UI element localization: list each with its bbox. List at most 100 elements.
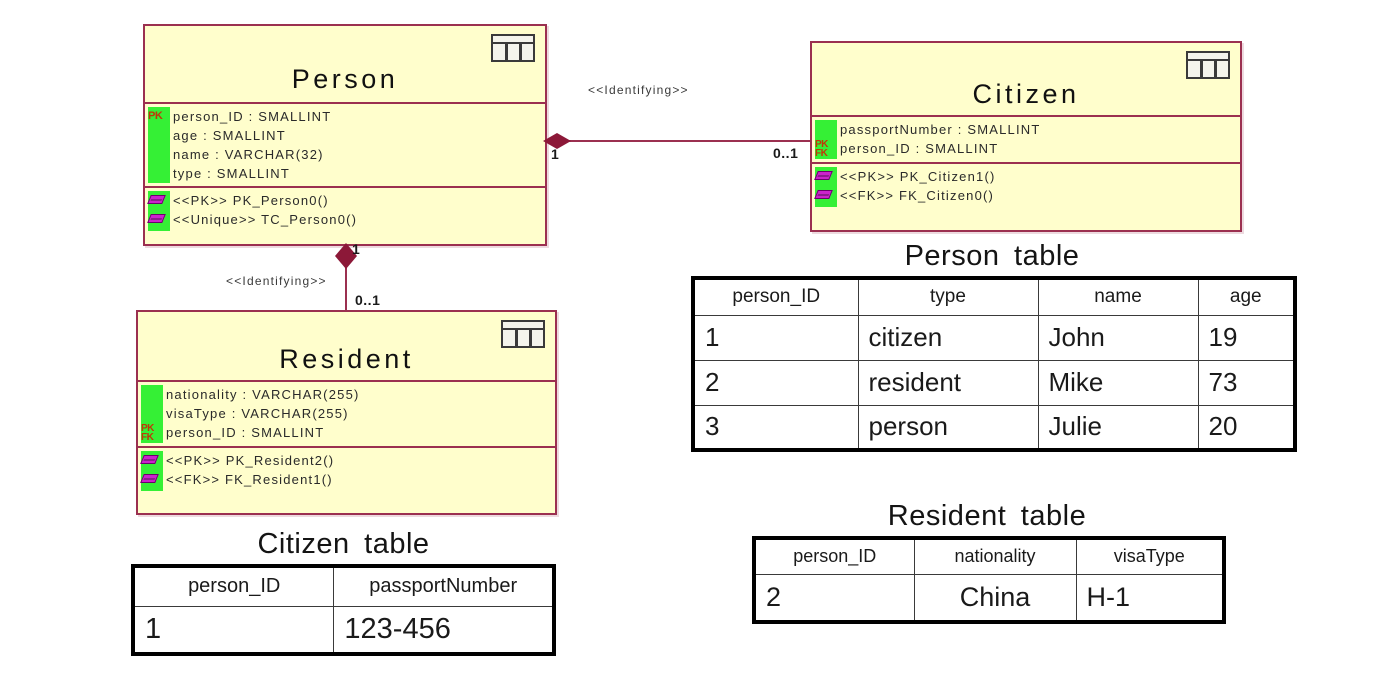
table-cell: 3 (692, 404, 859, 451)
table-cell: 1 (132, 605, 335, 655)
attribute-row: PK FK person_ID : SMALLINT (812, 139, 1240, 159)
table-cell: 20 (1197, 404, 1296, 451)
column-header: age (1197, 277, 1296, 316)
citizen-data-table[interactable]: person_ID passportNumber 1 123-456 (131, 564, 556, 656)
relationship-stereotype-label: <<Identifying>> (588, 83, 689, 97)
table-header-row: person_ID nationality visaType (753, 537, 1225, 575)
operation-icon (814, 190, 833, 199)
table-row[interactable]: 1 citizen John 19 (692, 314, 1296, 361)
attribute-row: passportNumber : SMALLINT (812, 120, 1240, 139)
resident-table-caption: Resident table (887, 500, 1087, 532)
table-cell: 2 (692, 359, 859, 406)
attribute-row: type : SMALLINT (145, 164, 545, 183)
attribute-label: visaType : VARCHAR(255) (166, 406, 349, 421)
attribute-label: person_ID : SMALLINT (173, 109, 332, 124)
table-cell: 1 (692, 314, 859, 361)
column-header: nationality (913, 537, 1077, 575)
table-row[interactable]: 2 China H-1 (753, 573, 1225, 623)
attribute-row: visaType : VARCHAR(255) (138, 404, 555, 423)
resident-data-table-wrap: Resident table person_ID nationality vis… (752, 500, 1226, 624)
table-cell: John (1037, 314, 1199, 361)
class-header-citizen: Citizen (812, 43, 1240, 117)
operation-icon (147, 195, 166, 204)
table-cell: 19 (1197, 314, 1296, 361)
attribute-row: age : SMALLINT (145, 126, 545, 145)
table-icon (491, 34, 535, 62)
person-table-caption: Person table (904, 240, 1080, 272)
attribute-row: nationality : VARCHAR(255) (138, 385, 555, 404)
operations-compartment-citizen: <<PK>> PK_Citizen1() <<FK>> FK_Citizen0(… (812, 164, 1240, 220)
pk-fk-marker: PK FK (141, 423, 154, 443)
operations-compartment-resident: <<PK>> PK_Resident2() <<FK>> FK_Resident… (138, 448, 555, 504)
multiplicity-target-person-citizen: 0..1 (773, 145, 799, 161)
table-cell: resident (857, 359, 1039, 406)
attribute-label: nationality : VARCHAR(255) (166, 387, 360, 402)
class-header-person: Person (145, 26, 545, 104)
table-row[interactable]: 1 123-456 (132, 605, 555, 655)
attributes-compartment-citizen: passportNumber : SMALLINT PK FK person_ID… (812, 117, 1240, 164)
column-header: person_ID (692, 277, 859, 316)
operation-row: <<FK>> FK_Resident1() (138, 470, 555, 489)
uml-class-citizen[interactable]: Citizen passportNumber : SMALLINT PK FK p… (810, 41, 1242, 232)
attribute-label: type : SMALLINT (173, 166, 290, 181)
column-header: visaType (1075, 537, 1225, 575)
operation-row: <<PK>> PK_Citizen1() (812, 167, 1240, 186)
pk-marker: PK (148, 110, 163, 122)
column-header: type (857, 277, 1039, 316)
attributes-compartment-person: PK person_ID : SMALLINT age : SMALLINT n… (145, 104, 545, 188)
attribute-row: PK FK person_ID : SMALLINT (138, 423, 555, 443)
operations-compartment-person: <<PK>> PK_Person0() <<Unique>> TC_Person… (145, 188, 545, 244)
attribute-label: person_ID : SMALLINT (166, 425, 325, 440)
multiplicity-source-person-citizen: 1 (551, 146, 560, 162)
attributes-compartment-resident: nationality : VARCHAR(255) visaType : VA… (138, 382, 555, 448)
operation-row: <<PK>> PK_Resident2() (138, 451, 555, 470)
attribute-row: name : VARCHAR(32) (145, 145, 545, 164)
uml-class-person[interactable]: Person PK person_ID : SMALLINT age : SMA… (143, 24, 547, 246)
operation-row: <<PK>> PK_Person0() (145, 191, 545, 210)
operation-label: <<Unique>> TC_Person0() (173, 212, 358, 227)
column-header: person_ID (753, 537, 915, 575)
person-data-table[interactable]: person_ID type name age 1 citizen John 1… (691, 276, 1297, 452)
operation-label: <<PK>> PK_Citizen1() (840, 169, 996, 184)
resident-data-table[interactable]: person_ID nationality visaType 2 China H… (752, 536, 1226, 624)
operation-label: <<FK>> FK_Citizen0() (840, 188, 995, 203)
class-header-resident: Resident (138, 312, 555, 382)
table-cell: H-1 (1075, 573, 1225, 623)
column-header: name (1037, 277, 1199, 316)
person-data-table-wrap: Person table person_ID type name age 1 c… (691, 240, 1297, 452)
table-header-row: person_ID passportNumber (132, 565, 555, 607)
citizen-data-table-wrap: Citizen table person_ID passportNumber 1… (131, 528, 556, 656)
table-cell: citizen (857, 314, 1039, 361)
operation-icon (814, 171, 833, 180)
table-icon (501, 320, 545, 348)
attribute-label: name : VARCHAR(32) (173, 147, 324, 162)
operation-row: <<Unique>> TC_Person0() (145, 210, 545, 229)
citizen-table-caption: Citizen table (257, 528, 430, 560)
table-row[interactable]: 2 resident Mike 73 (692, 359, 1296, 406)
attribute-label: person_ID : SMALLINT (840, 141, 999, 156)
attribute-row: PK person_ID : SMALLINT (145, 107, 545, 126)
table-cell: China (913, 573, 1077, 623)
operation-row: <<FK>> FK_Citizen0() (812, 186, 1240, 205)
table-cell: 73 (1197, 359, 1296, 406)
table-header-row: person_ID type name age (692, 277, 1296, 316)
connector-person-citizen[interactable] (547, 140, 812, 142)
table-cell: Mike (1037, 359, 1199, 406)
operation-label: <<PK>> PK_Resident2() (166, 453, 335, 468)
uml-class-resident[interactable]: Resident nationality : VARCHAR(255) visa… (136, 310, 557, 515)
operation-label: <<FK>> FK_Resident1() (166, 472, 333, 487)
table-cell: Julie (1037, 404, 1199, 451)
table-icon (1186, 51, 1230, 79)
attribute-label: passportNumber : SMALLINT (840, 122, 1041, 137)
operation-label: <<PK>> PK_Person0() (173, 193, 329, 208)
column-header: person_ID (132, 565, 335, 607)
attribute-label: age : SMALLINT (173, 128, 286, 143)
multiplicity-target-person-resident: 0..1 (355, 292, 381, 308)
column-header: passportNumber (333, 565, 555, 607)
operation-icon (140, 455, 159, 464)
table-cell: 123-456 (333, 605, 555, 655)
multiplicity-source-person-resident: 1 (352, 241, 361, 257)
table-row[interactable]: 3 person Julie 20 (692, 404, 1296, 451)
operation-icon (140, 474, 159, 483)
relationship-stereotype-label: <<Identifying>> (226, 274, 327, 288)
